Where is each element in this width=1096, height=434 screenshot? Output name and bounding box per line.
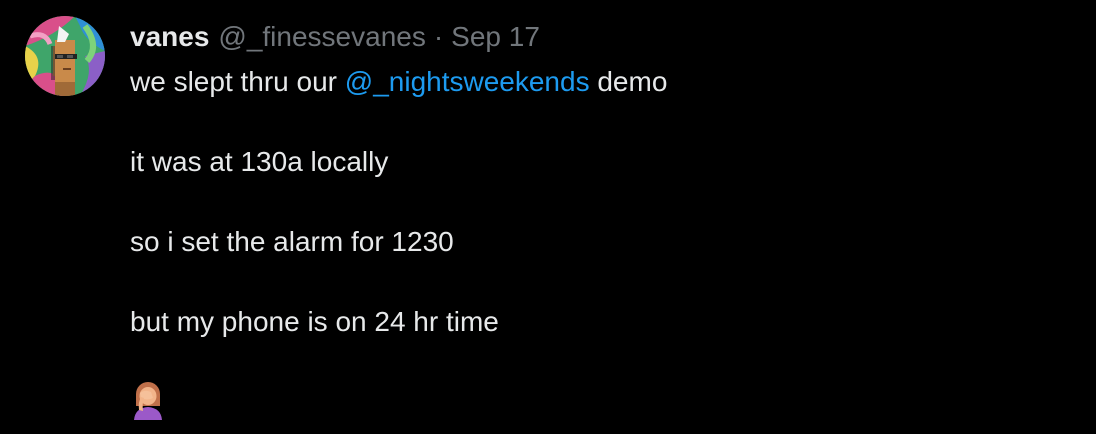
face-palm-woman-icon: [134, 382, 162, 420]
tweet-text: we slept thru our @_nightsweekends demo …: [130, 62, 1070, 342]
author-handle[interactable]: @_finessevanes: [218, 21, 425, 53]
pixel-punk-avatar-icon: [25, 16, 105, 96]
line1-after-text: demo: [589, 66, 668, 97]
tweet-line-4: but my phone is on 24 hr time: [130, 306, 499, 337]
tweet-date[interactable]: Sep 17: [451, 21, 540, 53]
tweet-line-1: we slept thru our @_nightsweekends demo: [130, 62, 1070, 102]
line1-before-text: we slept thru our: [130, 66, 345, 97]
tweet-header: vanes @_finessevanes · Sep 17: [130, 20, 540, 54]
tweet-line-2: it was at 130a locally: [130, 146, 389, 177]
author-display-name[interactable]: vanes: [130, 21, 209, 53]
tweet-line-3: so i set the alarm for 1230: [130, 226, 454, 257]
header-separator: ·: [433, 21, 444, 52]
avatar[interactable]: [25, 16, 105, 96]
mention-link[interactable]: @_nightsweekends: [345, 66, 590, 97]
face-palm-emoji: [131, 380, 165, 420]
tweet[interactable]: vanes @_finessevanes · Sep 17 we slept t…: [0, 0, 1096, 434]
